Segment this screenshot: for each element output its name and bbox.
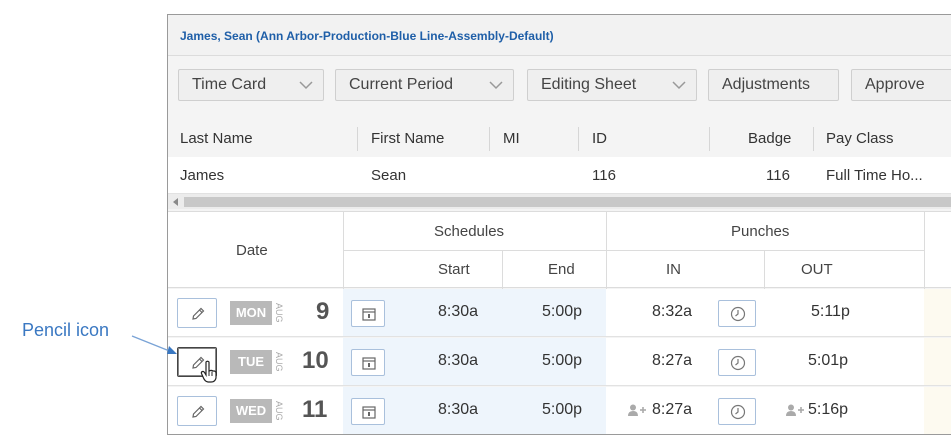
schedule-end: 5:00p — [542, 352, 583, 369]
editing-sheet-label: Editing Sheet — [541, 76, 637, 93]
current-period-dropdown[interactable]: Current Period — [335, 69, 514, 101]
horizontal-scrollbar[interactable] — [168, 193, 951, 209]
timecard-row: MON AUG 9 8:30a 5:00p 8:32a 5:11p — [168, 289, 951, 337]
start-header[interactable]: Start — [438, 261, 470, 278]
cell-last-name: James — [180, 167, 225, 184]
punch-button[interactable] — [718, 398, 756, 425]
day-number: 11 — [302, 396, 328, 423]
timecard-row: TUE AUG 10 8:30a 5:00p 8:27a 5:01p — [168, 338, 951, 386]
punch-out[interactable]: 5:16p — [808, 401, 848, 419]
adjustments-button[interactable]: Adjustments — [708, 69, 839, 101]
employee-title[interactable]: James, Sean (Ann Arbor-Production-Blue L… — [180, 29, 554, 43]
cell-pay-class: Full Time Ho... — [826, 167, 923, 184]
callout-label: Pencil icon — [22, 320, 110, 340]
current-period-label: Current Period — [349, 76, 454, 93]
out-header[interactable]: OUT — [801, 261, 833, 278]
timecard-window: James, Sean (Ann Arbor-Production-Blue L… — [167, 14, 951, 435]
calendar-icon — [362, 308, 376, 321]
col-last-name[interactable]: Last Name — [180, 130, 253, 147]
day-of-week-badge: TUE — [230, 350, 272, 374]
schedule-button[interactable] — [351, 398, 385, 425]
schedule-end: 5:00p — [542, 303, 583, 320]
month-label: AUG — [274, 352, 284, 372]
punch-out[interactable]: 5:11p — [811, 303, 850, 321]
cell-badge: 116 — [766, 167, 790, 184]
schedules-header: Schedules — [434, 223, 505, 240]
day-number: 9 — [316, 298, 330, 325]
punch-in[interactable]: 8:32a — [652, 303, 692, 321]
col-mi[interactable]: MI — [503, 130, 520, 147]
approve-button[interactable]: Approve — [851, 69, 951, 101]
schedule-end: 5:00p — [542, 401, 583, 418]
in-header[interactable]: IN — [666, 261, 681, 278]
punch-button[interactable] — [718, 300, 756, 327]
punch-button[interactable] — [718, 349, 756, 376]
schedule-button[interactable] — [351, 300, 385, 327]
schedule-start: 8:30a — [438, 352, 479, 369]
hand-pointer-icon — [200, 360, 217, 383]
time-card-dropdown[interactable]: Time Card — [178, 69, 324, 101]
day-number: 10 — [302, 347, 329, 374]
month-label: AUG — [274, 303, 284, 323]
cell-id: 116 — [592, 167, 616, 184]
editing-sheet-dropdown[interactable]: Editing Sheet — [527, 69, 697, 101]
pencil-icon — [192, 405, 205, 418]
scroll-left-arrow-icon[interactable] — [173, 198, 178, 206]
clock-icon — [730, 404, 746, 420]
clock-icon — [730, 355, 746, 371]
person-add-icon — [628, 404, 646, 416]
date-header[interactable]: Date — [236, 242, 268, 259]
punch-out[interactable]: 5:01p — [808, 352, 848, 370]
punches-header: Punches — [731, 223, 790, 240]
day-of-week-badge: MON — [230, 301, 272, 325]
approve-label: Approve — [865, 76, 925, 93]
col-pay-class[interactable]: Pay Class — [826, 130, 894, 147]
edit-row-button[interactable] — [177, 298, 217, 328]
calendar-icon — [362, 357, 376, 370]
schedule-start: 8:30a — [438, 303, 479, 320]
col-id[interactable]: ID — [592, 130, 607, 147]
timecard-row: WED AUG 11 8:30a 5:00p 8:27a 5:16p — [168, 387, 951, 434]
toolbar: Time Card Current Period Editing Sheet A… — [168, 56, 951, 101]
schedule-button[interactable] — [351, 349, 385, 376]
day-of-week-badge: WED — [230, 399, 272, 423]
employee-grid-row[interactable]: James Sean 116 116 Full Time Ho... — [168, 157, 951, 193]
punch-in[interactable]: 8:27a — [652, 352, 692, 370]
end-header[interactable]: End — [548, 261, 575, 278]
person-add-icon — [786, 404, 804, 416]
time-card-label: Time Card — [192, 76, 267, 93]
clock-icon — [730, 306, 746, 322]
schedule-start: 8:30a — [438, 401, 479, 418]
employee-grid-header: Last Name First Name MI ID Badge Pay Cla… — [168, 121, 951, 157]
calendar-icon — [362, 406, 376, 419]
employee-header: James, Sean (Ann Arbor-Production-Blue L… — [168, 15, 951, 56]
cell-first-name: Sean — [371, 167, 407, 184]
col-first-name[interactable]: First Name — [371, 130, 444, 147]
pencil-icon — [192, 307, 205, 320]
chevron-down-icon — [299, 81, 313, 90]
punch-in[interactable]: 8:27a — [652, 401, 692, 419]
chevron-down-icon — [489, 81, 503, 90]
edit-row-button[interactable] — [177, 396, 217, 426]
chevron-down-icon — [672, 81, 686, 90]
scrollbar-thumb[interactable] — [184, 197, 951, 207]
month-label: AUG — [274, 401, 284, 421]
adjustments-label: Adjustments — [722, 76, 811, 93]
timecard-header: Date Schedules Punches Start End IN OUT — [168, 211, 951, 289]
col-badge[interactable]: Badge — [748, 130, 791, 147]
